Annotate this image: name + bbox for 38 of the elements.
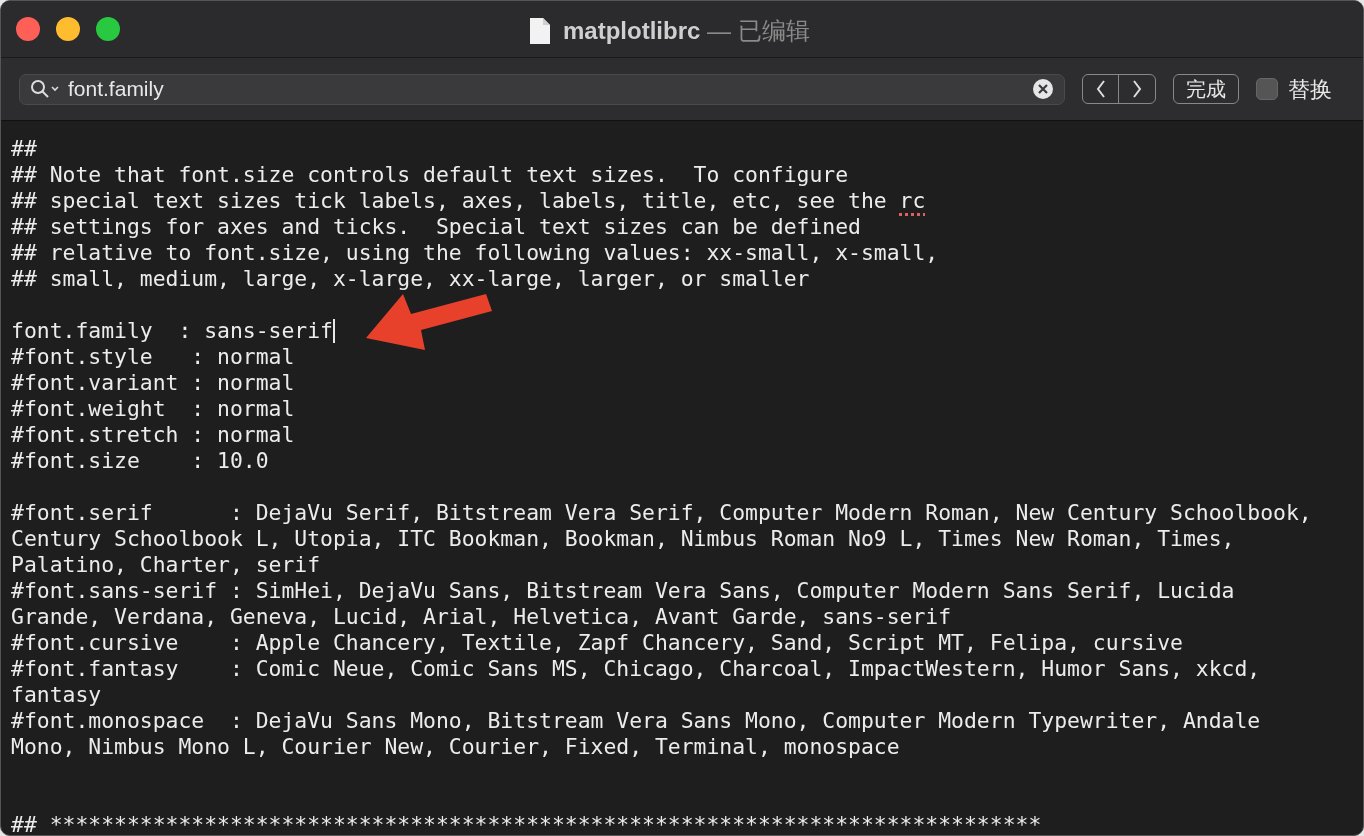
code-line: fantasy — [11, 680, 102, 709]
code-line: ## special text sizes tick labels, axes, labels, title, etc, see the rc — [11, 186, 926, 215]
code-line: Mono, Nimbus Mono L, Courier New, Courier, Fixed, Terminal, monospace — [11, 732, 900, 761]
chevron-right-icon — [1132, 80, 1142, 98]
code-line: #font.sans-serif : SimHei, DejaVu Sans, Bitstream Vera Sans, Computer Modern Sans Serif, Lucida — [11, 576, 1235, 605]
zoom-button[interactable] — [96, 17, 120, 41]
code-line: #font.serif : DejaVu Serif, Bitstream Vera Serif, Computer Modern Roman, New Century Schoolbook, — [11, 498, 1312, 527]
edited-status: — 已编辑 — [707, 17, 810, 44]
code-line: ## ***************************************************************************** — [11, 810, 1042, 835]
code-line: font.family : sans-serif — [11, 316, 333, 345]
done-button[interactable]: 完成 — [1173, 74, 1239, 104]
search-query: font.family — [68, 76, 165, 103]
code-line: #font.monospace : DejaVu Sans Mono, Bitstream Vera Sans Mono, Computer Modern Typewriter, Andale — [11, 706, 1261, 735]
code-line: #font.size : 10.0 — [11, 446, 269, 475]
code-line: ## small, medium, large, x-large, xx-large, larger, or smaller — [11, 264, 810, 293]
minimize-button[interactable] — [56, 17, 80, 41]
replace-label: 替换 — [1288, 75, 1332, 104]
document-icon — [529, 17, 551, 45]
close-button[interactable] — [16, 17, 40, 41]
window-title: matplotlibrc — [563, 17, 701, 44]
search-field[interactable]: font.family — [19, 73, 1065, 105]
code-line: #font.variant : normal — [11, 368, 295, 397]
code-line: ## settings for axes and ticks. Special text sizes can be defined — [11, 212, 861, 241]
code-line: Palatino, Charter, serif — [11, 550, 321, 579]
code-line: #font.stretch : normal — [11, 420, 295, 449]
code-line: #font.cursive : Apple Chancery, Textile, Zapf Chancery, Sand, Script MT, Felipa, cursive — [11, 628, 1183, 657]
chevron-left-icon — [1095, 80, 1106, 98]
code-line: Grande, Verdana, Geneva, Lucid, Arial, Helvetica, Avant Garde, sans-serif — [11, 602, 952, 631]
code-line: Century Schoolbook L, Utopia, ITC Bookman, Bookman, Nimbus Roman No9 L, Times New Roman, Times, — [11, 524, 1235, 553]
code-line: ## Note that font.size controls default text sizes. To configure — [11, 160, 849, 189]
code-line: #font.weight : normal — [11, 394, 295, 423]
code-line: #font.fantasy : Comic Neue, Comic Sans MS, Chicago, Charcoal, ImpactWestern, Humor Sans, xkcd, — [11, 654, 1261, 683]
search-icon — [30, 79, 62, 99]
code-line: #font.style : normal — [11, 342, 295, 371]
code-line: ## relative to font.size, using the following values: xx-small, x-small, — [11, 238, 939, 267]
clear-icon[interactable] — [1032, 78, 1054, 100]
code-line: ## — [11, 134, 37, 163]
replace-checkbox[interactable] — [1256, 78, 1278, 100]
